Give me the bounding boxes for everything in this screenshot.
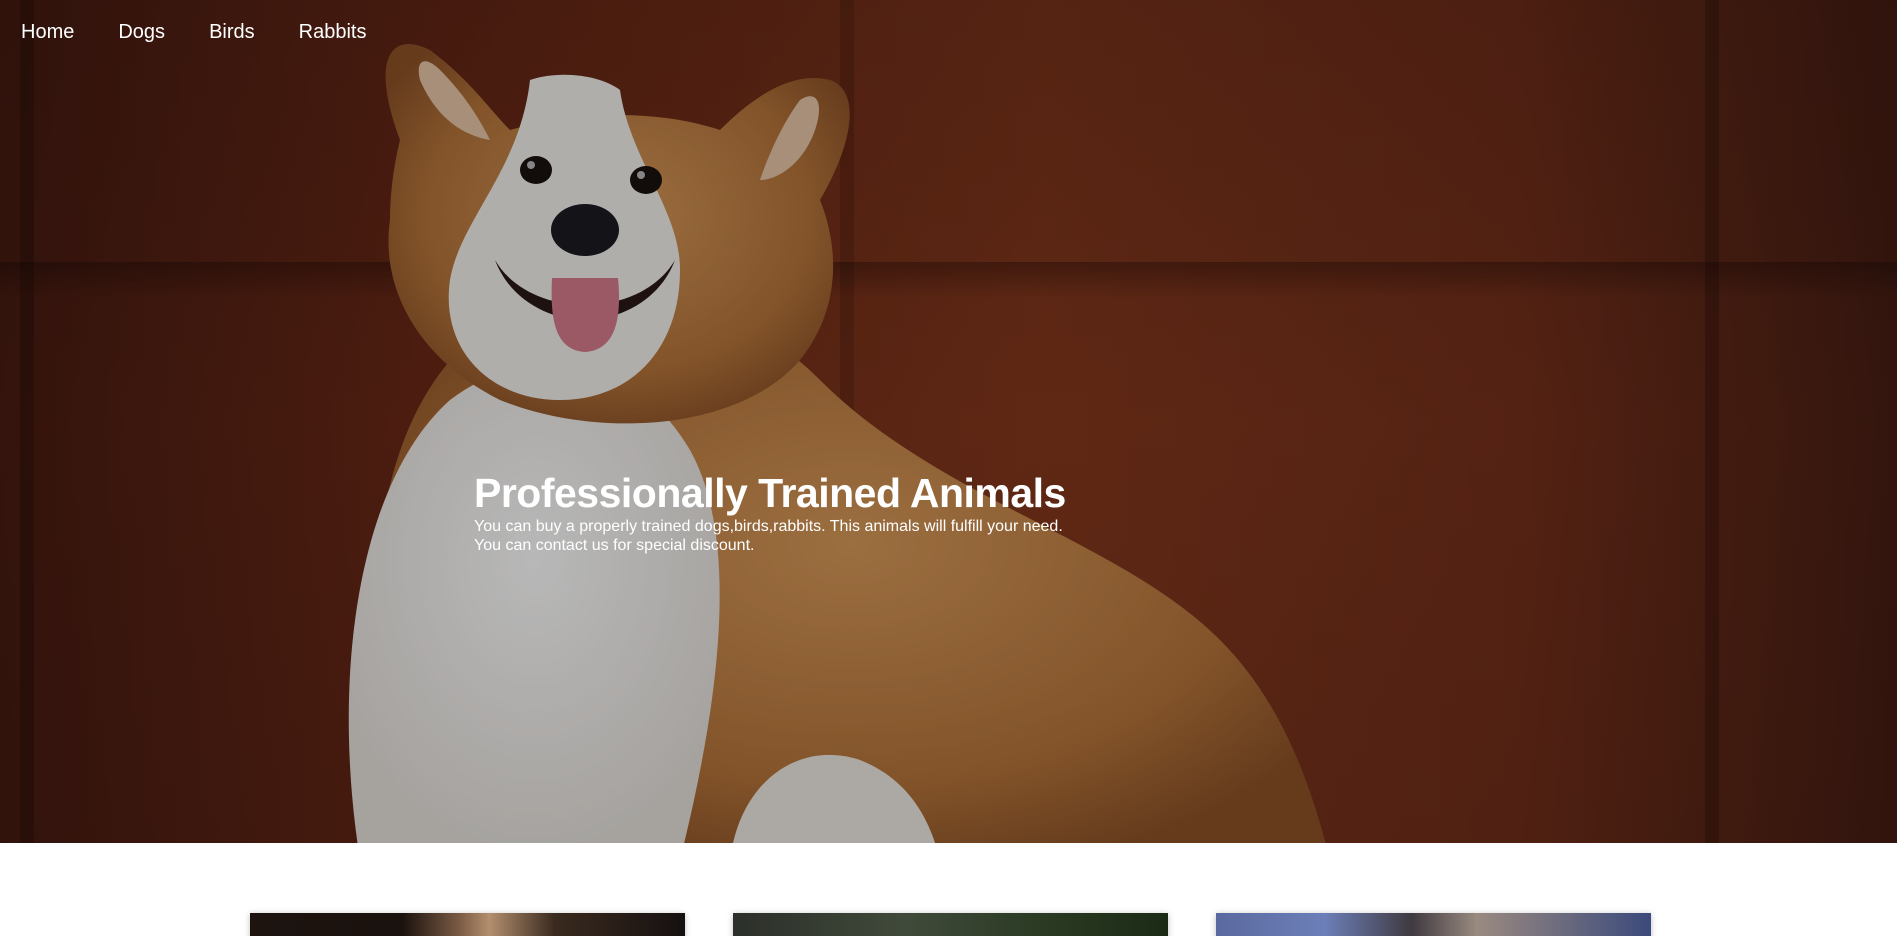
nav-link-dogs[interactable]: Dogs xyxy=(118,22,165,42)
nav-link-birds[interactable]: Birds xyxy=(209,22,255,42)
hero-dim-overlay xyxy=(0,0,1897,843)
animal-card-image[interactable] xyxy=(733,913,1168,936)
hero-title: Professionally Trained Animals xyxy=(474,470,1066,516)
nav-link-rabbits[interactable]: Rabbits xyxy=(299,22,367,42)
top-nav: Home Dogs Birds Rabbits xyxy=(0,0,1897,64)
hero-text-block: Professionally Trained Animals You can b… xyxy=(474,469,1174,555)
page: Home Dogs Birds Rabbits Professionally T… xyxy=(0,0,1897,936)
animal-card-image[interactable] xyxy=(250,913,685,936)
animal-card-image[interactable] xyxy=(1216,913,1651,936)
hero-description-line-1: You can buy a properly trained dogs,bird… xyxy=(474,518,1063,535)
animal-cards-section xyxy=(0,843,1897,936)
hero-description-line-2: You can contact us for special discount. xyxy=(474,537,755,554)
hero-banner xyxy=(0,0,1897,843)
nav-link-home[interactable]: Home xyxy=(21,22,74,42)
